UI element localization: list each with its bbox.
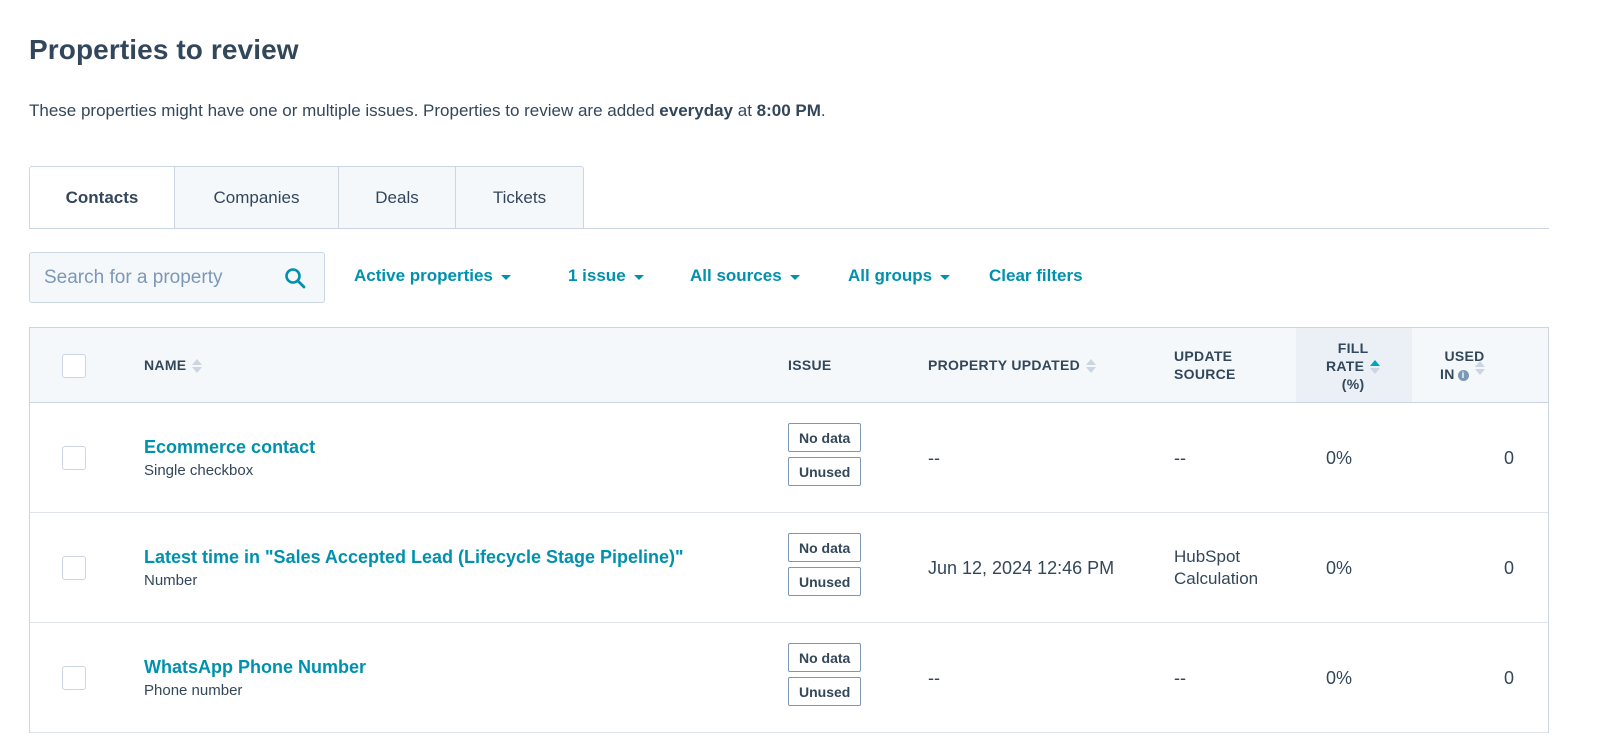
used-in-value: 0 [1504,448,1515,468]
property-updated-value: -- [928,448,940,468]
fill-rate-value: 0% [1326,448,1353,468]
column-header-issue: ISSUE [788,357,832,373]
filter-issue-label: 1 issue [568,266,626,285]
tab-tickets[interactable]: Tickets [456,166,584,229]
column-header-fill-rate[interactable]: FILL RATE (%) [1326,339,1381,393]
table-row: WhatsApp Phone Number Phone number No da… [30,623,1548,733]
property-updated-value: Jun 12, 2024 12:46 PM [928,558,1115,578]
property-type: Phone number [144,682,243,699]
select-all-checkbox[interactable] [62,354,86,378]
sort-icon [1474,361,1485,376]
issue-badge: No data [788,423,862,452]
fill-rate-value: 0% [1326,558,1353,578]
tabs-divider [29,228,1549,229]
used-in-value: 0 [1504,668,1515,688]
column-header-name[interactable]: NAME [144,356,203,374]
chevron-down-icon [940,274,951,280]
row-checkbox[interactable] [62,446,86,470]
tab-deals[interactable]: Deals [339,166,456,229]
used-in-value: 0 [1504,558,1515,578]
properties-table: NAME ISSUE PROPERTY UPDATED UPDATE SOURCE… [29,327,1549,733]
object-tabs: Contacts Companies Deals Tickets [29,166,584,229]
search-input[interactable] [44,266,274,289]
property-updated-value: -- [928,668,940,688]
search-icon[interactable] [284,267,306,289]
property-type: Number [144,572,198,589]
search-box [29,252,325,303]
sort-icon [192,359,203,374]
property-name-link[interactable]: WhatsApp Phone Number [144,657,366,678]
column-header-update-source: UPDATE SOURCE [1174,348,1236,382]
property-name-link[interactable]: Latest time in "Sales Accepted Lead (Lif… [144,547,684,568]
issue-badge: Unused [788,567,862,596]
chevron-down-icon [633,274,644,280]
info-icon[interactable]: i [1457,369,1469,381]
issue-badge: Unused [788,677,862,706]
filter-groups-label: All groups [848,266,933,285]
chevron-down-icon [500,274,511,280]
sort-ascending-icon [1370,360,1381,375]
fill-rate-value: 0% [1326,668,1353,688]
update-source-value: HubSpot Calculation [1174,547,1259,588]
clear-filters-link[interactable]: Clear filters [989,266,1083,286]
filter-sources-label: All sources [690,266,782,285]
update-source-value: -- [1174,448,1186,468]
update-source-value: -- [1174,668,1186,688]
sort-icon [1086,359,1097,374]
chevron-down-icon [789,274,800,280]
row-checkbox[interactable] [62,556,86,580]
issue-badge: No data [788,643,862,672]
filter-status-dropdown[interactable]: Active properties [354,266,511,286]
table-row: Ecommerce contact Single checkbox No dat… [30,403,1548,513]
tab-contacts[interactable]: Contacts [29,166,175,229]
issue-badge: No data [788,533,862,562]
page-title: Properties to review [29,34,299,65]
filter-status-label: Active properties [354,266,493,285]
filter-sources-dropdown[interactable]: All sources [690,266,800,286]
filter-issue-dropdown[interactable]: 1 issue [568,266,644,286]
page-description: These properties might have one or multi… [29,101,826,120]
property-name-link[interactable]: Ecommerce contact [144,437,315,458]
column-header-property-updated[interactable]: PROPERTY UPDATED [928,356,1097,374]
row-checkbox[interactable] [62,666,86,690]
filter-groups-dropdown[interactable]: All groups [848,266,951,286]
table-header: NAME ISSUE PROPERTY UPDATED UPDATE SOURCE… [30,328,1548,403]
column-header-used-in[interactable]: USED IN i [1440,347,1485,383]
tab-companies[interactable]: Companies [175,166,339,229]
issue-badge: Unused [788,457,862,486]
table-row: Latest time in "Sales Accepted Lead (Lif… [30,513,1548,623]
property-type: Single checkbox [144,462,254,479]
